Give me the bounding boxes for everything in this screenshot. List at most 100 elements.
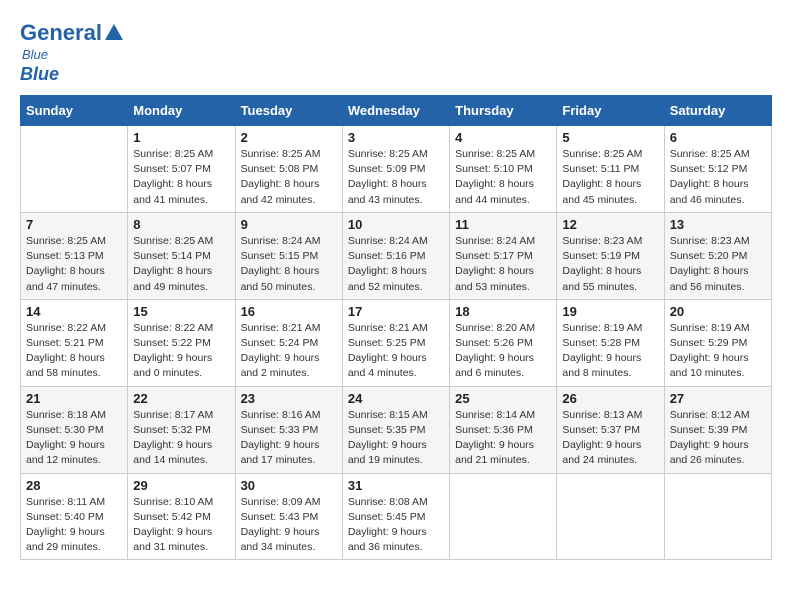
day-number: 21: [26, 391, 122, 406]
day-info: Sunrise: 8:25 AMSunset: 5:13 PMDaylight:…: [26, 234, 122, 295]
day-number: 14: [26, 304, 122, 319]
day-number: 5: [562, 130, 658, 145]
calendar-header-row: SundayMondayTuesdayWednesdayThursdayFrid…: [21, 96, 772, 126]
calendar-day-cell: 12 Sunrise: 8:23 AMSunset: 5:19 PMDayligh…: [557, 212, 664, 299]
day-info: Sunrise: 8:19 AMSunset: 5:29 PMDaylight:…: [670, 321, 766, 382]
day-number: 15: [133, 304, 229, 319]
calendar-day-cell: 21 Sunrise: 8:18 AMSunset: 5:30 PMDayligh…: [21, 386, 128, 473]
calendar-day-cell: 30 Sunrise: 8:09 AMSunset: 5:43 PMDayligh…: [235, 473, 342, 560]
calendar-day-cell: 14 Sunrise: 8:22 AMSunset: 5:21 PMDayligh…: [21, 299, 128, 386]
day-number: 9: [241, 217, 337, 232]
day-number: 19: [562, 304, 658, 319]
day-number: 6: [670, 130, 766, 145]
logo-text: General: [20, 20, 124, 46]
weekday-header-sunday: Sunday: [21, 96, 128, 126]
day-info: Sunrise: 8:11 AMSunset: 5:40 PMDaylight:…: [26, 495, 122, 556]
day-info: Sunrise: 8:25 AMSunset: 5:12 PMDaylight:…: [670, 147, 766, 208]
day-info: Sunrise: 8:22 AMSunset: 5:21 PMDaylight:…: [26, 321, 122, 382]
calendar-day-cell: 4 Sunrise: 8:25 AMSunset: 5:10 PMDaylight…: [450, 126, 557, 213]
calendar-day-cell: 28 Sunrise: 8:11 AMSunset: 5:40 PMDayligh…: [21, 473, 128, 560]
calendar-day-cell: 6 Sunrise: 8:25 AMSunset: 5:12 PMDaylight…: [664, 126, 771, 213]
day-info: Sunrise: 8:10 AMSunset: 5:42 PMDaylight:…: [133, 495, 229, 556]
calendar-day-cell: 15 Sunrise: 8:22 AMSunset: 5:22 PMDayligh…: [128, 299, 235, 386]
calendar-day-cell: 9 Sunrise: 8:24 AMSunset: 5:15 PMDaylight…: [235, 212, 342, 299]
weekday-header-friday: Friday: [557, 96, 664, 126]
calendar-day-cell: 1 Sunrise: 8:25 AMSunset: 5:07 PMDaylight…: [128, 126, 235, 213]
calendar-week-row: 28 Sunrise: 8:11 AMSunset: 5:40 PMDayligh…: [21, 473, 772, 560]
day-number: 27: [670, 391, 766, 406]
day-number: 17: [348, 304, 444, 319]
day-info: Sunrise: 8:09 AMSunset: 5:43 PMDaylight:…: [241, 495, 337, 556]
weekday-header-tuesday: Tuesday: [235, 96, 342, 126]
calendar-day-cell: 24 Sunrise: 8:15 AMSunset: 5:35 PMDayligh…: [342, 386, 449, 473]
day-info: Sunrise: 8:24 AMSunset: 5:17 PMDaylight:…: [455, 234, 551, 295]
calendar-week-row: 21 Sunrise: 8:18 AMSunset: 5:30 PMDayligh…: [21, 386, 772, 473]
day-number: 25: [455, 391, 551, 406]
calendar-day-cell: [557, 473, 664, 560]
day-number: 22: [133, 391, 229, 406]
weekday-header-saturday: Saturday: [664, 96, 771, 126]
day-number: 18: [455, 304, 551, 319]
day-number: 16: [241, 304, 337, 319]
day-info: Sunrise: 8:12 AMSunset: 5:39 PMDaylight:…: [670, 408, 766, 469]
day-info: Sunrise: 8:25 AMSunset: 5:11 PMDaylight:…: [562, 147, 658, 208]
day-number: 4: [455, 130, 551, 145]
day-info: Sunrise: 8:25 AMSunset: 5:10 PMDaylight:…: [455, 147, 551, 208]
day-number: 8: [133, 217, 229, 232]
calendar-day-cell: 31Sunrise: 8:08 AMSunset: 5:45 PMDayligh…: [342, 473, 449, 560]
day-info: Sunrise: 8:21 AMSunset: 5:24 PMDaylight:…: [241, 321, 337, 382]
calendar-day-cell: 20 Sunrise: 8:19 AMSunset: 5:29 PMDayligh…: [664, 299, 771, 386]
calendar-day-cell: 17 Sunrise: 8:21 AMSunset: 5:25 PMDayligh…: [342, 299, 449, 386]
day-number: 10: [348, 217, 444, 232]
day-info: Sunrise: 8:15 AMSunset: 5:35 PMDaylight:…: [348, 408, 444, 469]
calendar-day-cell: 27 Sunrise: 8:12 AMSunset: 5:39 PMDayligh…: [664, 386, 771, 473]
calendar-day-cell: 11 Sunrise: 8:24 AMSunset: 5:17 PMDayligh…: [450, 212, 557, 299]
day-info: Sunrise: 8:23 AMSunset: 5:19 PMDaylight:…: [562, 234, 658, 295]
calendar-day-cell: 19Sunrise: 8:19 AMSunset: 5:28 PMDayligh…: [557, 299, 664, 386]
calendar-day-cell: 26Sunrise: 8:13 AMSunset: 5:37 PMDayligh…: [557, 386, 664, 473]
calendar-day-cell: 2Sunrise: 8:25 AMSunset: 5:08 PMDaylight…: [235, 126, 342, 213]
calendar-day-cell: 16 Sunrise: 8:21 AMSunset: 5:24 PMDayligh…: [235, 299, 342, 386]
calendar-week-row: 14 Sunrise: 8:22 AMSunset: 5:21 PMDayligh…: [21, 299, 772, 386]
day-info: Sunrise: 8:08 AMSunset: 5:45 PMDaylight:…: [348, 495, 444, 556]
page-header: General Blue Blue: [20, 20, 772, 85]
calendar-day-cell: 5 Sunrise: 8:25 AMSunset: 5:11 PMDaylight…: [557, 126, 664, 213]
calendar-day-cell: 23 Sunrise: 8:16 AMSunset: 5:33 PMDayligh…: [235, 386, 342, 473]
calendar-day-cell: 10 Sunrise: 8:24 AMSunset: 5:16 PMDayligh…: [342, 212, 449, 299]
weekday-header-thursday: Thursday: [450, 96, 557, 126]
day-info: Sunrise: 8:25 AMSunset: 5:09 PMDaylight:…: [348, 147, 444, 208]
day-info: Sunrise: 8:24 AMSunset: 5:16 PMDaylight:…: [348, 234, 444, 295]
day-number: 28: [26, 478, 122, 493]
day-number: 1: [133, 130, 229, 145]
calendar-day-cell: 22Sunrise: 8:17 AMSunset: 5:32 PMDayligh…: [128, 386, 235, 473]
day-number: 20: [670, 304, 766, 319]
logo-tagline: Blue: [22, 47, 48, 62]
calendar-table: SundayMondayTuesdayWednesdayThursdayFrid…: [20, 95, 772, 560]
day-number: 11: [455, 217, 551, 232]
day-info: Sunrise: 8:14 AMSunset: 5:36 PMDaylight:…: [455, 408, 551, 469]
day-info: Sunrise: 8:25 AMSunset: 5:07 PMDaylight:…: [133, 147, 229, 208]
day-info: Sunrise: 8:22 AMSunset: 5:22 PMDaylight:…: [133, 321, 229, 382]
day-number: 26: [562, 391, 658, 406]
day-number: 23: [241, 391, 337, 406]
calendar-day-cell: 13 Sunrise: 8:23 AMSunset: 5:20 PMDayligh…: [664, 212, 771, 299]
day-info: Sunrise: 8:21 AMSunset: 5:25 PMDaylight:…: [348, 321, 444, 382]
day-info: Sunrise: 8:20 AMSunset: 5:26 PMDaylight:…: [455, 321, 551, 382]
calendar-day-cell: 18 Sunrise: 8:20 AMSunset: 5:26 PMDayligh…: [450, 299, 557, 386]
day-number: 12: [562, 217, 658, 232]
day-info: Sunrise: 8:25 AMSunset: 5:14 PMDaylight:…: [133, 234, 229, 295]
calendar-day-cell: [21, 126, 128, 213]
calendar-day-cell: 8 Sunrise: 8:25 AMSunset: 5:14 PMDaylight…: [128, 212, 235, 299]
weekday-header-monday: Monday: [128, 96, 235, 126]
calendar-day-cell: 7 Sunrise: 8:25 AMSunset: 5:13 PMDaylight…: [21, 212, 128, 299]
day-info: Sunrise: 8:16 AMSunset: 5:33 PMDaylight:…: [241, 408, 337, 469]
day-number: 30: [241, 478, 337, 493]
day-info: Sunrise: 8:24 AMSunset: 5:15 PMDaylight:…: [241, 234, 337, 295]
day-number: 13: [670, 217, 766, 232]
logo: General Blue Blue: [20, 20, 124, 85]
day-number: 7: [26, 217, 122, 232]
day-number: 24: [348, 391, 444, 406]
day-info: Sunrise: 8:18 AMSunset: 5:30 PMDaylight:…: [26, 408, 122, 469]
calendar-week-row: 7 Sunrise: 8:25 AMSunset: 5:13 PMDaylight…: [21, 212, 772, 299]
day-info: Sunrise: 8:23 AMSunset: 5:20 PMDaylight:…: [670, 234, 766, 295]
